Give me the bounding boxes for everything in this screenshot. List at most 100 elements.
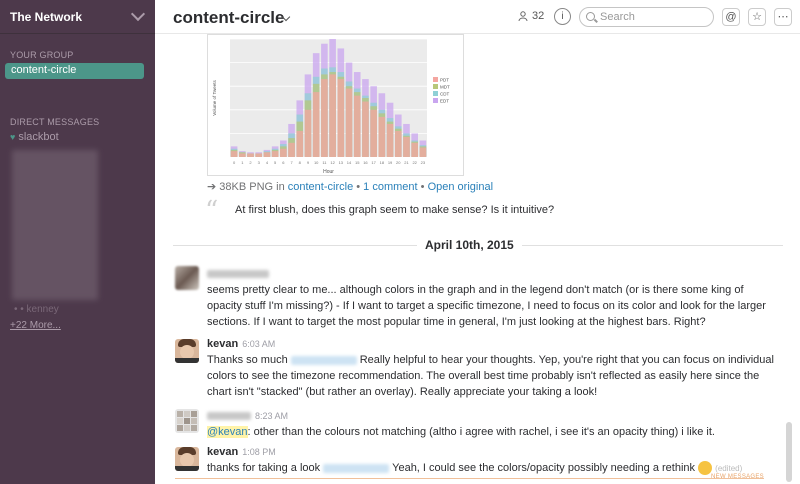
more-direct-messages-link[interactable]: +22 More... — [10, 320, 61, 331]
scrollbar[interactable] — [786, 42, 792, 482]
bar-pdt — [394, 131, 402, 157]
avatar-shirt — [175, 466, 199, 471]
bar-pdt — [296, 131, 304, 157]
avatar[interactable] — [175, 447, 199, 471]
direct-messages-heading[interactable]: DIRECT MESSAGES — [0, 117, 109, 127]
legend-label: EDT — [440, 99, 449, 104]
x-tick-label: 16 — [363, 160, 368, 165]
x-tick-label: 4 — [266, 160, 269, 165]
x-tick-label: 20 — [396, 160, 401, 165]
bar-pdt — [255, 153, 263, 157]
x-tick-label: 23 — [421, 160, 426, 165]
avatar[interactable] — [175, 266, 199, 290]
comments-link[interactable]: 1 comment — [363, 181, 417, 193]
bar-pdt — [403, 136, 410, 157]
search-icon — [586, 12, 595, 21]
file-size-type: 38KB PNG in — [219, 181, 288, 193]
bar-pdt — [411, 142, 418, 157]
x-tick-label: 13 — [339, 160, 344, 165]
timestamp[interactable]: 8:23 AM — [255, 411, 288, 421]
blurred-direct-messages — [12, 150, 98, 300]
chevron-down-icon — [130, 6, 146, 22]
star-button[interactable]: ☆ — [748, 8, 766, 26]
bar-pdt — [345, 88, 353, 157]
x-tick-label: 11 — [322, 160, 327, 165]
avatar-face — [180, 453, 194, 467]
author-name[interactable]: kevan — [207, 338, 238, 350]
search-input[interactable]: Search — [579, 7, 714, 27]
mention-kevan[interactable]: @kevan — [207, 426, 248, 438]
x-tick-label: 10 — [314, 160, 319, 165]
bar-pdt — [378, 116, 386, 157]
legend-swatch — [433, 98, 438, 103]
x-tick-label: 9 — [307, 160, 310, 165]
blurred-author[interactable] — [207, 270, 269, 279]
sidebar-item-content-circle[interactable]: content-circle — [5, 63, 144, 79]
member-count-button[interactable]: 32 — [518, 10, 544, 22]
your-group-heading: YOUR GROUP — [10, 50, 74, 60]
mentions-button[interactable]: @ — [722, 8, 740, 26]
identicon — [177, 411, 197, 431]
blurred-mention[interactable] — [290, 355, 357, 365]
bar-pdt — [370, 109, 377, 157]
team-switcher[interactable]: The Network — [0, 0, 155, 34]
legend-swatch — [433, 91, 438, 96]
bar-pdt — [329, 74, 336, 157]
x-tick-label: 3 — [258, 160, 261, 165]
x-axis-label: Hour — [323, 169, 334, 175]
message-text: @kevan: other than the colours not match… — [207, 424, 777, 440]
x-tick-label: 18 — [380, 160, 385, 165]
message-text-pre: Thanks so much — [207, 354, 288, 366]
file-channel-link[interactable]: content-circle — [288, 181, 353, 193]
team-name: The Network — [10, 9, 83, 24]
chart-image[interactable]: 0 1 2 3 4 5 6 7 8 9 10 11 12 13 14 15 16 17 18 19 20 21 22 23 Ho… — [207, 34, 464, 176]
legend-label: CDT — [440, 92, 449, 97]
bar-pdt — [247, 153, 254, 157]
scrollbar-thumb[interactable] — [786, 422, 792, 482]
author-name[interactable]: kevan — [207, 446, 238, 458]
bar-pdt — [239, 153, 246, 157]
x-tick-label: 17 — [371, 160, 376, 165]
message-header — [207, 266, 777, 282]
bar-pdt — [321, 79, 328, 157]
message-4: kevan 1:08 PM thanks for taking a look Yea… — [207, 444, 777, 477]
x-tick-label: 15 — [355, 160, 360, 165]
message-2: kevan 6:03 AM Thanks so much Really helpfu… — [207, 336, 777, 400]
message-1: seems pretty clear to me... although col… — [207, 266, 777, 330]
info-button[interactable]: i — [554, 8, 571, 25]
sidebar-item-slackbot[interactable]: ♥ slackbot — [10, 131, 59, 143]
blurred-mention[interactable] — [323, 463, 390, 473]
timestamp[interactable]: 1:08 PM — [242, 447, 276, 457]
x-tick-label: 2 — [249, 160, 252, 165]
timestamp[interactable]: 6:03 AM — [242, 339, 275, 349]
file-comment: “ At first blush, does this graph seem t… — [205, 196, 554, 226]
chart-svg: 0 1 2 3 4 5 6 7 8 9 10 11 12 13 14 15 16 17 18 19 20 21 22 23Ho… — [212, 38, 450, 175]
file-meta: ➔ 38KB PNG in content-circle • 1 comment… — [207, 180, 493, 193]
slackbot-label: slackbot — [18, 131, 59, 143]
x-tick-label: 8 — [299, 160, 302, 165]
day-divider: April 10th, 2015 — [173, 238, 783, 252]
x-tick-label: 1 — [241, 160, 244, 165]
message-3: 8:23 AM @kevan: other than the colours n… — [207, 408, 777, 440]
avatar[interactable] — [175, 409, 199, 433]
new-messages-label[interactable]: NEW MESSAGES — [711, 474, 764, 480]
open-original-link[interactable]: Open original — [428, 181, 493, 193]
more-actions-button[interactable]: ⋯ — [774, 8, 792, 26]
channel-title[interactable]: content-circle — [173, 8, 284, 28]
bar-pdt — [280, 148, 287, 157]
bar-pdt — [263, 152, 271, 157]
message-text-body: : other than the colours not matching (a… — [247, 426, 715, 438]
sidebar-item-blurred[interactable]: • • kenney — [14, 304, 59, 315]
message-pane: 0 1 2 3 4 5 6 7 8 9 10 11 12 13 14 15 16 17 18 19 20 21 22 23 Ho… — [155, 34, 800, 484]
new-messages-line — [175, 478, 764, 479]
x-tick-label: 12 — [330, 160, 335, 165]
message-text: Thanks so much Really helpful to hear you… — [207, 352, 777, 400]
avatar-shirt — [175, 358, 199, 363]
bar-pdt — [353, 95, 361, 157]
share-icon: ➔ — [207, 181, 217, 193]
bar-pdt — [337, 79, 345, 157]
bar-pdt — [230, 151, 238, 157]
avatar[interactable] — [175, 339, 199, 363]
blurred-author[interactable] — [207, 412, 251, 421]
x-tick-label: 0 — [233, 160, 236, 165]
